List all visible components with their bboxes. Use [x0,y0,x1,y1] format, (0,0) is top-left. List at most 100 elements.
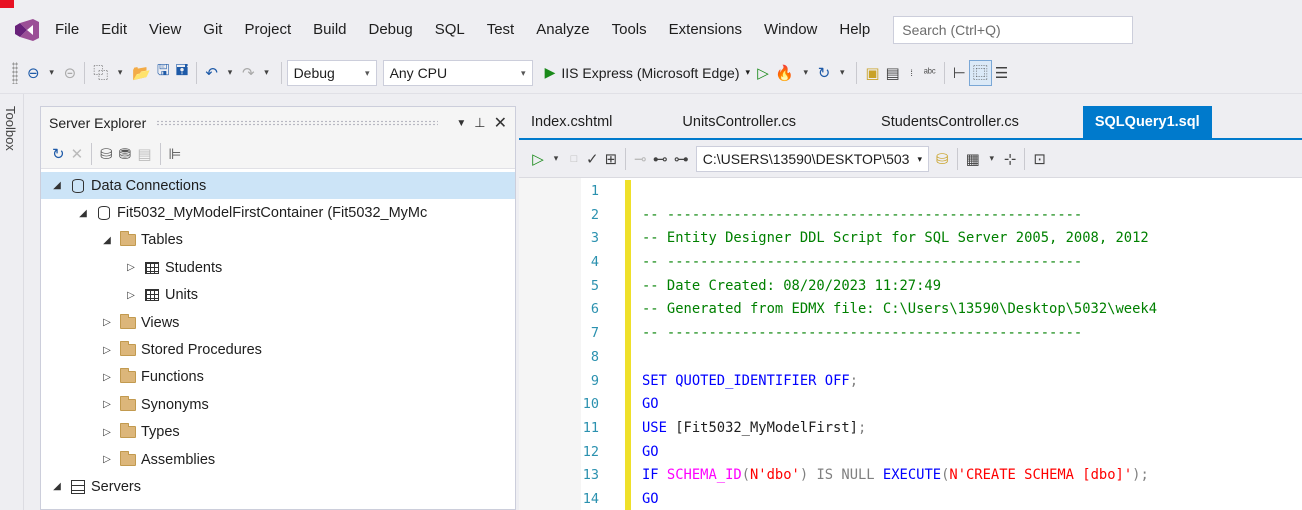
search-input[interactable]: Search (Ctrl+Q) [893,16,1134,44]
window-position-dropdown-icon[interactable]: ▼ [456,118,466,129]
tab-sqlquery1-sql[interactable]: SQLQuery1.sql [1082,106,1212,138]
save-all-icon[interactable]: 🖬 [173,60,192,86]
menu-item-file[interactable]: File [44,15,90,45]
browser-link-icon[interactable]: ▣ [862,60,882,86]
tab-index-cshtml[interactable]: Index.cshtml [531,106,612,138]
start-debugging-button[interactable]: ▶ IIS Express (Microsoft Edge) ▾ [541,64,754,81]
tree-item[interactable]: ▷ Stored Procedures [41,336,515,363]
estimated-plan-icon[interactable]: ⊞ [602,146,621,172]
menu-item-debug[interactable]: Debug [358,15,424,45]
tab-unitscontroller-cs[interactable]: UnitsController.cs [682,106,796,138]
results-to-grid-icon[interactable]: ▦ [963,146,983,172]
refresh-icon[interactable]: ↻ [815,60,834,86]
connection-select[interactable]: C:\USERS\13590\DESKTOP\503 ▾ [695,145,929,172]
menu-item-test[interactable]: Test [476,15,526,45]
collapsed-arrow-icon[interactable]: ▷ [99,454,115,465]
connect-to-server-icon[interactable]: ⛃ [116,141,135,167]
menu-item-edit[interactable]: Edit [90,15,138,45]
menu-item-window[interactable]: Window [753,15,828,45]
collapsed-arrow-icon[interactable]: ▷ [99,372,115,383]
menu-item-tools[interactable]: Tools [601,15,658,45]
toolbox-strip[interactable]: Toolbox [0,94,24,510]
dropdown-arrow-icon[interactable]: ▾ [833,60,851,86]
expanded-arrow-icon[interactable]: ◢ [49,180,65,191]
collapsed-arrow-icon[interactable]: ▷ [99,317,115,328]
redo-icon[interactable]: ↷ [239,60,258,86]
hot-reload-icon[interactable]: 🔥 [772,60,797,86]
new-project-icon[interactable]: ⿻ [90,60,111,86]
layout-icon[interactable]: ▤ [883,60,903,86]
menu-item-project[interactable]: Project [233,15,302,45]
sql-code-editor[interactable]: 1 2 3 4 5 6 7 8 9 10 11 12 13 14 -- -----------------… [519,178,1302,510]
execute-icon[interactable]: ▷ [529,146,547,172]
visual-studio-logo-icon[interactable] [10,13,44,47]
connect-icon[interactable]: ⊷ [650,146,671,172]
stop-refresh-icon[interactable]: ✕ [68,141,87,167]
navigate-back-icon[interactable]: ⊖ [24,60,43,86]
platform-select[interactable]: Any CPU ▾ [382,59,533,86]
spell-check-icon[interactable]: ᵃᵇᶜ [921,60,939,86]
open-file-icon[interactable]: 📂 [129,60,154,86]
collapsed-arrow-icon[interactable]: ▷ [123,290,139,301]
toolbar-options-icon[interactable]: ⁞ [903,60,921,86]
comment-icon[interactable]: ☰ [992,60,1011,86]
disconnect-icon[interactable]: ⊸ [631,146,650,172]
expanded-arrow-icon[interactable]: ◢ [75,208,91,219]
dropdown-arrow-icon[interactable]: ▾ [221,60,239,86]
menu-item-sql[interactable]: SQL [424,15,476,45]
dropdown-arrow-icon[interactable]: ▾ [797,60,815,86]
tree-item[interactable]: ▷ Functions [41,364,515,391]
tree-item[interactable]: ▷ Views [41,309,515,336]
tree-item[interactable]: ▷ Assemblies [41,446,515,473]
dropdown-arrow-icon[interactable]: ▾ [43,60,61,86]
format-icon[interactable]: ⿴ [968,59,992,86]
connect-to-database-icon[interactable]: ⛁ [97,141,116,167]
collapsed-arrow-icon[interactable]: ▷ [99,427,115,438]
navigate-forward-icon[interactable]: ⊝ [61,60,80,86]
configuration-select[interactable]: Debug ▾ [286,59,377,86]
toolbar-grip[interactable] [12,61,18,84]
change-connection-icon[interactable]: ⊶ [671,146,692,172]
expanded-arrow-icon[interactable]: ◢ [49,481,65,492]
tab-studentscontroller-cs[interactable]: StudentsController.cs [881,106,1019,138]
cancel-query-icon[interactable]: □ [565,146,583,172]
validate-syntax-icon[interactable]: ✓ [583,146,602,172]
toolbox-tab[interactable]: Toolbox [3,106,18,151]
menu-item-extensions[interactable]: Extensions [658,15,753,45]
pin-icon[interactable]: ⊥ [474,115,485,131]
menu-item-analyze[interactable]: Analyze [525,15,600,45]
close-icon[interactable]: ✕ [494,113,507,133]
tree-item[interactable]: ◢ Fit5032_MyModelFirstContainer (Fit5032_… [41,199,515,226]
refresh-icon[interactable]: ↻ [49,141,68,167]
dropdown-arrow-icon[interactable]: ▾ [547,146,565,172]
undo-icon[interactable]: ↶ [202,60,221,86]
tree-item[interactable]: ▷ Types [41,419,515,446]
menu-item-view[interactable]: View [138,15,192,45]
code-token: ; [849,372,858,389]
tree-item[interactable]: ▷ Units [41,282,515,309]
save-icon[interactable]: 🖫 [154,60,173,86]
query-options-icon[interactable]: ⊡ [1030,146,1049,172]
title-bar-grip[interactable] [156,120,439,126]
menu-item-build[interactable]: Build [302,15,357,45]
tree-item[interactable]: ▷ Students [41,254,515,281]
dropdown-arrow-icon[interactable]: ▾ [983,146,1001,172]
tree-item[interactable]: ◢ Tables [41,227,515,254]
collapsed-arrow-icon[interactable]: ▷ [99,399,115,410]
tree-item[interactable]: ◢ Servers [41,473,515,500]
start-without-debugging-icon[interactable]: ▷ [754,60,772,86]
database-icon[interactable]: ⛁ [933,146,952,172]
connect-to-sharepoint-icon[interactable]: ▤ [134,141,154,167]
collapsed-arrow-icon[interactable]: ▷ [123,262,139,273]
indent-icon[interactable]: ⊢ [950,60,969,86]
menu-item-git[interactable]: Git [192,15,233,45]
properties-icon[interactable]: ⊫ [166,141,185,167]
tree-item[interactable]: ▷ Synonyms [41,391,515,418]
menu-item-help[interactable]: Help [828,15,881,45]
dropdown-arrow-icon[interactable]: ▾ [111,60,129,86]
expanded-arrow-icon[interactable]: ◢ [99,235,115,246]
tree-item[interactable]: ◢ Data Connections [41,172,515,200]
collapsed-arrow-icon[interactable]: ▷ [99,345,115,356]
dropdown-arrow-icon[interactable]: ▾ [258,60,276,86]
actual-plan-icon[interactable]: ⊹ [1001,146,1020,172]
